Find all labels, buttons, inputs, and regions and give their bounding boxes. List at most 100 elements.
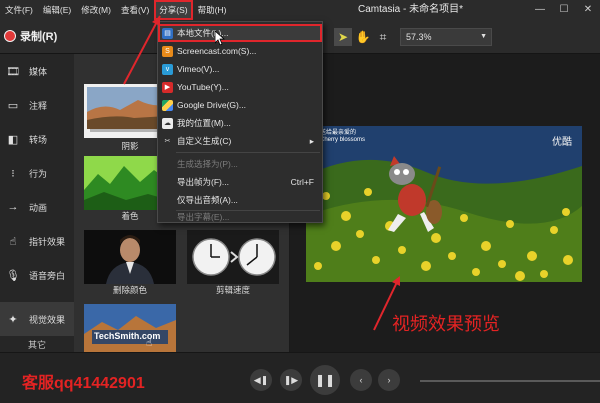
effect-device-frame-thumb[interactable]: TechSmith.com ☝ (84, 304, 176, 352)
share-export-captions: 导出字幕(E)... (158, 210, 322, 224)
effect-label: 删除颜色 (112, 285, 147, 295)
minimize-icon[interactable]: — (528, 0, 552, 20)
google-drive-icon (162, 99, 173, 111)
sidebar-item-label: 注释 (29, 100, 48, 111)
step-forward-icon[interactable]: ❚▶ (280, 369, 302, 391)
youtube-icon: ▶ (162, 81, 173, 93)
custom-produce-icon: ✂ (164, 137, 171, 145)
pan-tool-icon[interactable]: ✋ (354, 28, 372, 46)
menu-modify[interactable]: 修改(M) (76, 0, 116, 20)
menu-item-shortcut: Ctrl+F (290, 177, 314, 187)
menu-item-label: 导出帧为(F)... (177, 177, 229, 187)
preview-title: 送给最亲爱的 Cherry blossoms (320, 130, 365, 144)
playback-scrubber[interactable] (420, 380, 600, 382)
sidebar-item-transitions[interactable]: ◧ 转场 (0, 122, 74, 156)
contact-watermark: 客服qq41442901 (22, 375, 145, 392)
sidebar-item-annotations[interactable]: ▭ 注释 (0, 88, 74, 122)
behavior-icon: ⁝ (11, 167, 15, 180)
sidebar-item-animations[interactable]: → 动画 (0, 190, 74, 224)
step-back-icon[interactable]: ◀❚ (250, 369, 272, 391)
sidebar-item-behaviors[interactable]: ⁝ 行为 (0, 156, 74, 190)
preview-watermark: 优酷 (552, 137, 572, 148)
menu-item-label: 仅导出音频(A)... (177, 195, 238, 205)
transition-icon: ◧ (7, 133, 19, 146)
screencast-icon: S (162, 45, 173, 57)
close-icon[interactable]: ✕ (576, 0, 600, 20)
submenu-arrow-icon: ▸ (309, 135, 314, 146)
local-file-icon: ▤ (162, 27, 173, 39)
sidebar-item-label: 指针效果 (29, 236, 66, 247)
menu-bar: 文件(F) 编辑(E) 修改(M) 查看(V) 分享(S) 帮助(H) (0, 0, 600, 20)
next-icon[interactable]: › (378, 369, 400, 391)
sidebar-item-cursor-effects[interactable]: ☝ 指针效果 (0, 224, 74, 258)
share-export-audio[interactable]: 仅导出音频(A)... (158, 191, 322, 209)
share-produce-selection: 生成选择为(P)... (158, 155, 322, 173)
sidebar-item-label: 视觉效果 (29, 314, 66, 325)
menu-item-label: 导出字幕(E)... (177, 212, 230, 222)
share-screencast[interactable]: S Screencast.com(S)... (158, 42, 322, 60)
microphone-icon: 🎙 (6, 269, 20, 282)
share-my-place[interactable]: ☁ 我的位置(M)... (158, 114, 322, 132)
canvas-area: 送给最亲爱的 Cherry blossoms 优酷 (290, 54, 600, 352)
share-local-file[interactable]: ▤ 本地文件(L)... (158, 24, 322, 42)
magic-wand-icon: ✦ (8, 313, 18, 326)
share-youtube[interactable]: ▶ YouTube(Y)... (158, 78, 322, 96)
sidebar: 🎞 媒体 ▭ 注释 ◧ 转场 ⁝ 行为 → 动画 ☝ 指针效果 🎙 语音旁白 ✦… (0, 54, 74, 352)
previous-icon[interactable]: ‹ (350, 369, 372, 391)
share-export-frame[interactable]: 导出帧为(F)... Ctrl+F (158, 173, 322, 191)
sidebar-item-visual-effects[interactable]: ✦ 视觉效果 (0, 302, 74, 336)
maximize-icon[interactable]: ☐ (552, 0, 576, 20)
share-vimeo[interactable]: v Vimeo(V)... (158, 60, 322, 78)
effect-label: 剪辑速度 (215, 285, 250, 295)
menu-file[interactable]: 文件(F) (0, 0, 38, 20)
menu-share[interactable]: 分享(S) (154, 0, 193, 20)
sidebar-item-label: 行为 (29, 168, 48, 179)
video-preview-annotation: 视频效果预览 (392, 314, 500, 335)
mouse-cursor-icon (214, 30, 226, 46)
window-title: Camtasia - 未命名项目* (358, 4, 464, 15)
effect-clip-speed-thumb[interactable] (187, 230, 279, 284)
zoom-select[interactable]: 57.3% ▼ (400, 28, 492, 46)
menu-item-label: 我的位置(M)... (177, 118, 231, 128)
sidebar-item-label: 动画 (29, 202, 48, 213)
menu-item-label: Screencast.com(S)... (177, 46, 257, 56)
share-google-drive[interactable]: Google Drive(G)... (158, 96, 322, 114)
menu-separator (176, 152, 320, 153)
vimeo-icon: v (162, 63, 173, 75)
menu-item-label: YouTube(Y)... (177, 82, 229, 92)
select-tool-icon[interactable]: ➤ (334, 28, 352, 46)
menu-item-label: Vimeo(V)... (177, 64, 220, 74)
window-controls: — ☐ ✕ (528, 0, 600, 20)
share-custom-produce[interactable]: ✂ 自定义生成(C) ▸ (158, 132, 322, 150)
sidebar-more-button[interactable]: 其它 (0, 338, 74, 351)
preview-title-line1: 送给最亲爱的 (320, 130, 357, 136)
sidebar-item-label: 语音旁白 (29, 270, 66, 281)
record-icon (4, 30, 16, 42)
zoom-value: 57.3% (406, 32, 432, 42)
menu-item-label: 生成选择为(P)... (177, 159, 238, 169)
share-menu: ▤ 本地文件(L)... S Screencast.com(S)... v Vi… (157, 21, 323, 223)
sidebar-item-media[interactable]: 🎞 媒体 (0, 54, 74, 88)
effect-remove-color-thumb[interactable] (84, 230, 176, 284)
video-preview[interactable]: 送给最亲爱的 Cherry blossoms 优酷 (306, 126, 582, 282)
sidebar-item-label: 转场 (29, 134, 48, 145)
pause-icon[interactable]: ❚❚ (310, 365, 340, 395)
menu-view[interactable]: 查看(V) (116, 0, 154, 20)
animation-icon: → (7, 201, 19, 213)
record-button[interactable]: 录制(R) (4, 28, 57, 44)
hand-cursor-icon: ☝ (146, 338, 153, 349)
my-place-icon: ☁ (162, 117, 173, 129)
menu-help[interactable]: 帮助(H) (193, 0, 232, 20)
sidebar-item-label: 媒体 (29, 66, 48, 77)
record-label: 录制(R) (20, 31, 58, 43)
menu-item-label: 自定义生成(C) (177, 136, 232, 146)
sidebar-item-voice-narration[interactable]: 🎙 语音旁白 (0, 258, 74, 292)
menu-item-label: Google Drive(G)... (177, 100, 246, 110)
callout-icon: ▭ (7, 99, 19, 112)
menu-edit[interactable]: 编辑(E) (38, 0, 76, 20)
preview-title-line2: Cherry blossoms (320, 137, 366, 143)
film-icon: 🎞 (6, 65, 20, 78)
chevron-down-icon: ▼ (480, 33, 487, 40)
crop-tool-icon[interactable]: ⌗ (374, 28, 392, 46)
cursor-icon: ☝ (9, 235, 17, 248)
